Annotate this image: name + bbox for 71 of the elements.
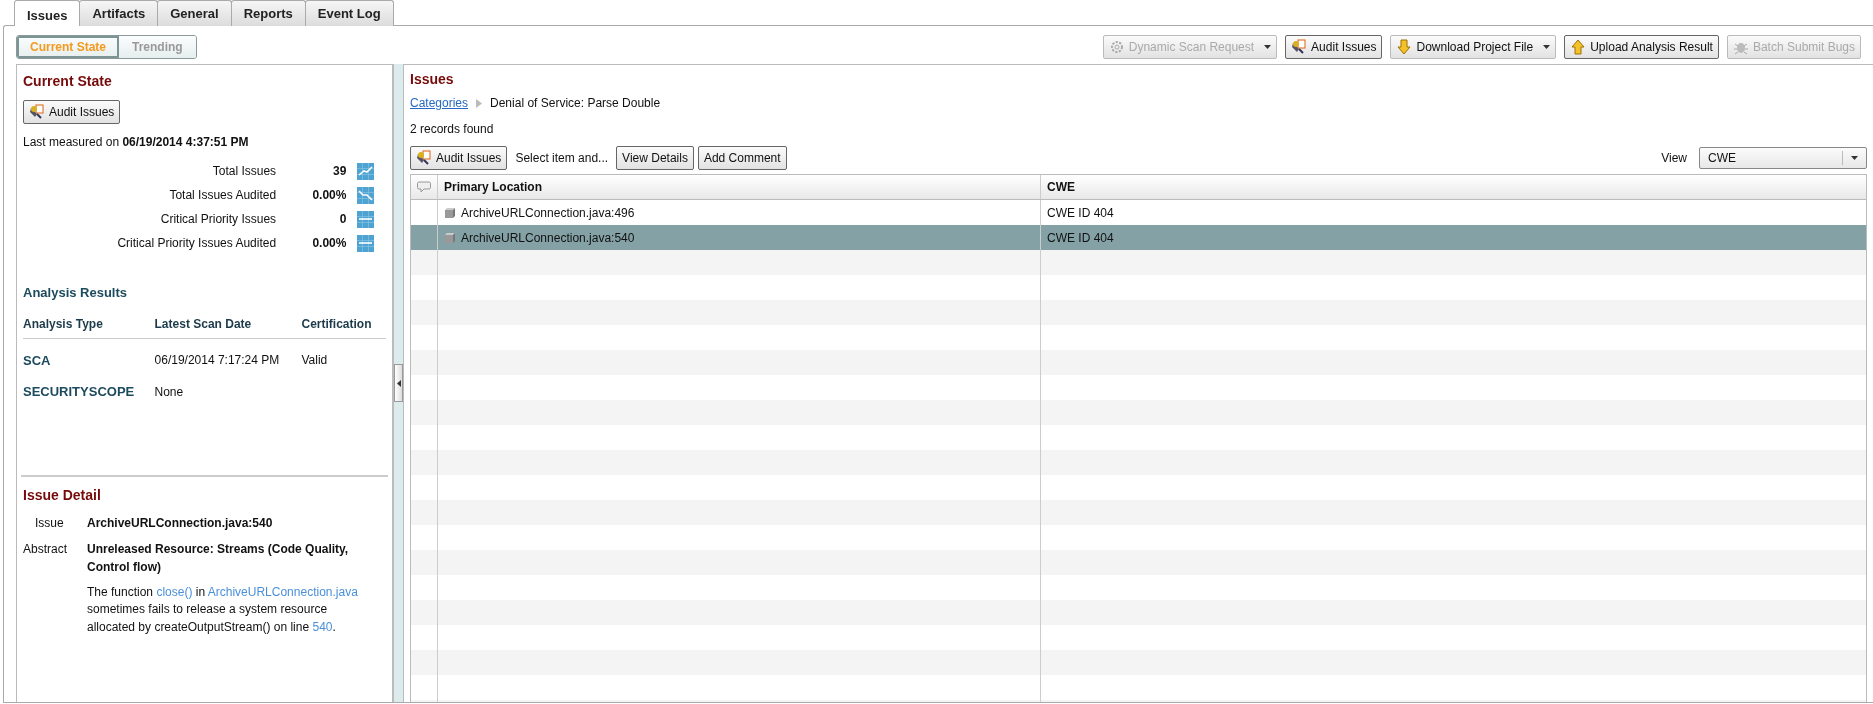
tab[interactable]: Reports [230,0,306,26]
trend-chart-icon[interactable] [357,235,375,253]
caret-icon [1264,45,1272,49]
up-arrow-icon [1570,39,1587,55]
table-cell-text: ArchiveURLConnection.java:540 [461,229,635,247]
table-cell-text: CWE ID 404 [1047,229,1114,247]
column-header: Analysis Type [23,306,155,340]
metric-value: 0.00% [311,187,348,204]
panel-title: Current State [23,72,113,91]
column-header: Certification [301,306,386,340]
metric-label: Critical Priority Issues [159,211,278,228]
down-arrow-icon [1396,39,1413,55]
column-header[interactable]: Primary Location [438,175,1041,199]
collapse-handle[interactable] [394,364,403,402]
toolbar-button[interactable]: View Details [616,146,694,170]
file-icon [444,231,456,244]
trend-chart-icon[interactable] [357,211,375,229]
tab[interactable]: General [157,0,232,26]
metric-label: Critical Priority Issues Audited [116,235,278,252]
view-select[interactable]: CWE [1699,147,1867,169]
metric-label: Total Issues Audited [168,187,278,204]
breadcrumb-current: Denial of Service: Parse Double [490,95,661,112]
table-cell-text: Valid [301,352,329,370]
table-cell-text: None [154,383,185,401]
issue-name: ArchiveURLConnection.java:540 [87,514,274,532]
tab[interactable]: Event Log [304,0,394,26]
section-title: Analysis Results [23,284,129,302]
tab[interactable]: Issues [14,0,81,26]
panel-title: Issue Detail [23,485,102,505]
gear-icon [1108,39,1125,55]
inline-link[interactable]: close() [156,584,193,599]
trend-chart-icon[interactable] [357,187,375,205]
abstract-text: Unreleased Resource: Streams (Code Quality, Control flow) [87,540,350,576]
toolbar-button: Batch Submit Bugs [1726,35,1861,59]
toolbar-button[interactable]: Upload Analysis Result [1564,35,1719,59]
breadcrumb-separator-icon [475,98,484,108]
caret-icon [1851,156,1858,160]
field-label: Abstract [23,540,68,558]
records-count: 2 records found [410,121,495,138]
collapse-arrow-icon [396,379,401,387]
column-header[interactable]: CWE [1041,175,1866,199]
metric-value: 0.00% [311,235,348,252]
toolbar-button[interactable]: Audit Issues [1285,35,1383,59]
toolbar-button[interactable]: Add Comment [697,146,787,170]
wrench-document-icon [416,150,432,166]
audit-issues-button[interactable]: Audit Issues [23,100,121,124]
issue-description: The function close() in ArchiveURLConnection.java sometimes fails to release a system resource allocated by createOutputStream() on line 540. [87,583,359,636]
analysis-type: SCA [23,339,155,372]
column-header: Latest Scan Date [154,306,302,340]
view-label: View [1661,150,1687,167]
comment-icon[interactable] [417,181,431,193]
file-icon [444,206,456,219]
field-label: Issue [34,514,65,532]
metric-value: 39 [332,163,348,180]
table-cell-text: CWE ID 404 [1047,204,1114,222]
table-row[interactable]: ArchiveURLConnection.java:540 CWE ID 404 [411,225,1866,250]
wrench-document-icon [29,104,45,120]
wrench-document-icon [1291,39,1308,55]
panel-title: Issues [410,70,455,89]
analysis-type: SECURITYSCOPE [23,372,155,404]
table-cell: 06/19/2014 7:17:24 PM [154,339,302,372]
hint-text: Select item and... [515,150,609,167]
breadcrumb-link[interactable]: Categories [410,94,469,112]
metric-value: 0 [338,211,348,228]
audit-issues-button[interactable]: Audit Issues [410,146,508,170]
tab[interactable]: Artifacts [79,0,159,26]
table-cell-text: ArchiveURLConnection.java:496 [461,204,635,222]
trend-chart-icon[interactable] [357,163,375,181]
last-measured-text: Last measured on 06/19/2014 4:37:51 PM [23,134,250,151]
caret-icon [1543,45,1551,49]
metric-label: Total Issues [211,163,278,180]
